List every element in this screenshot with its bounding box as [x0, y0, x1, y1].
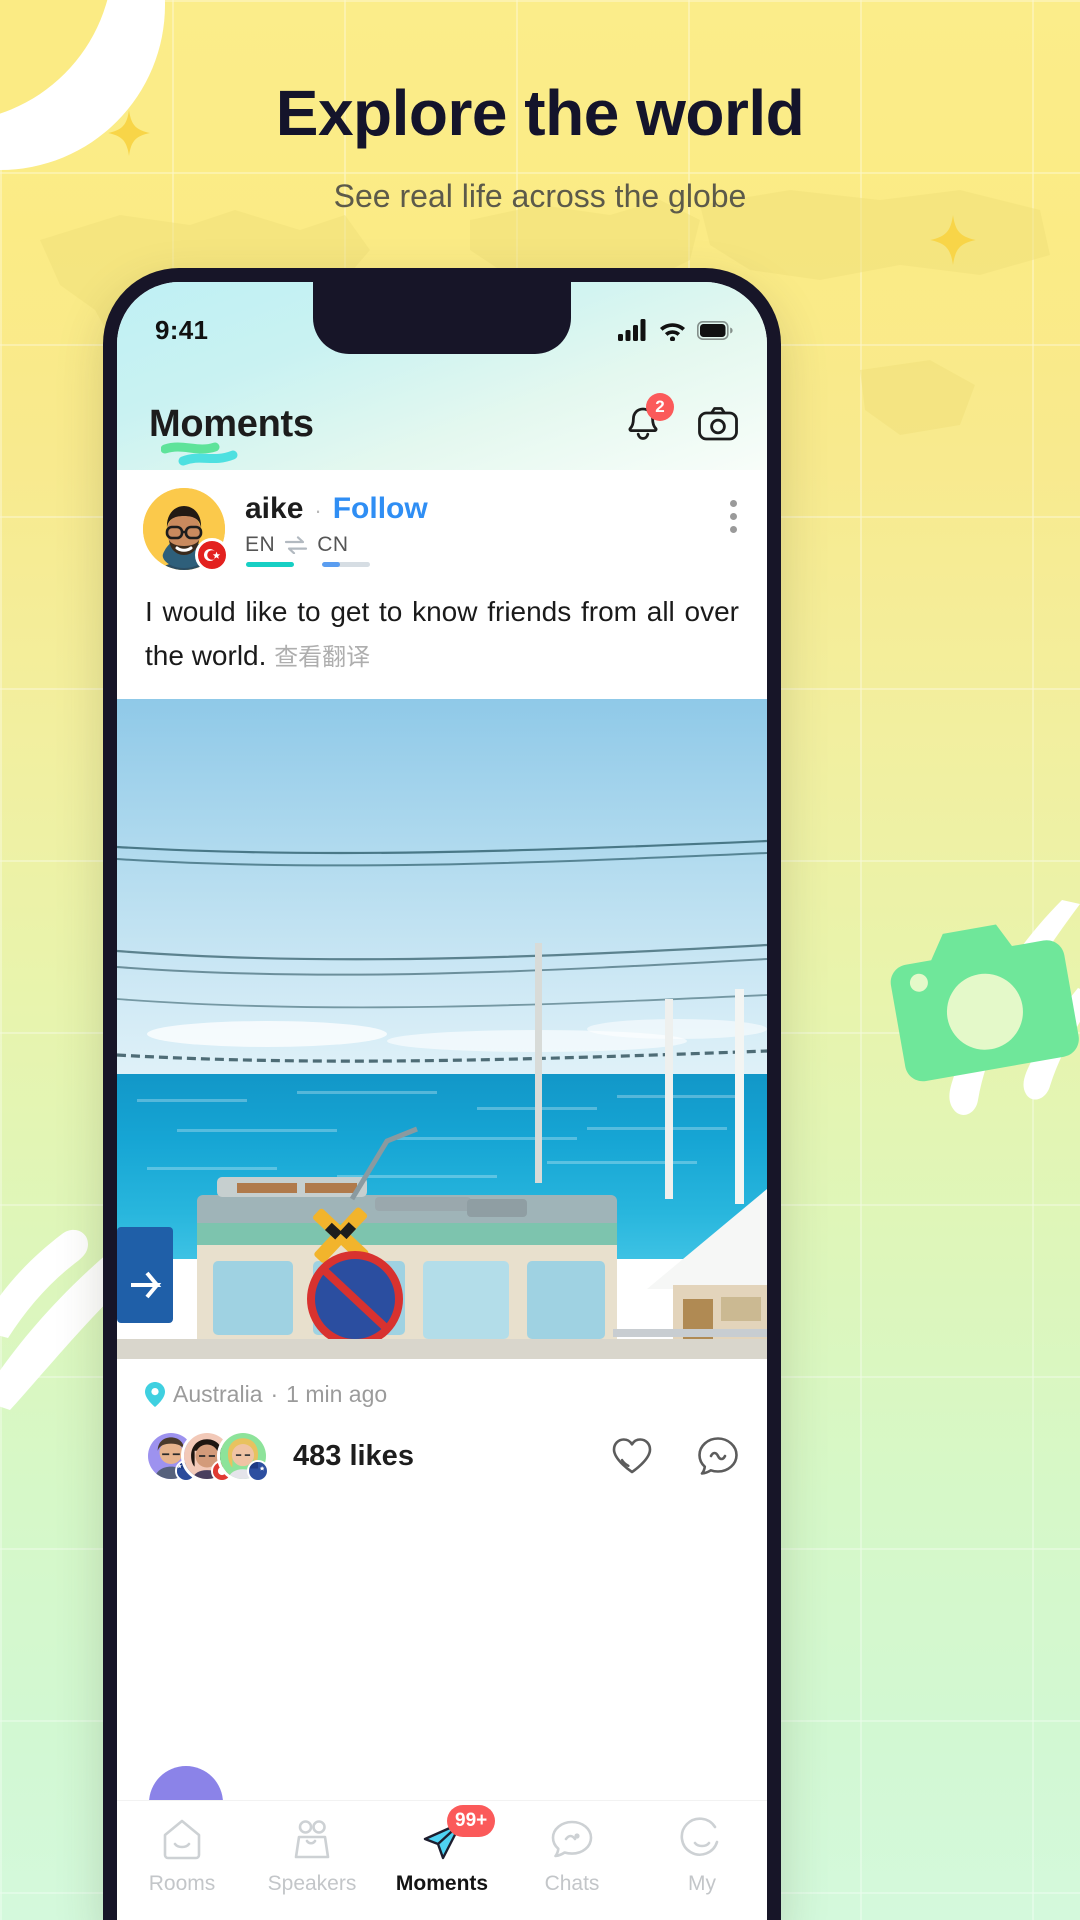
follow-button[interactable]: Follow	[333, 492, 428, 526]
heart-icon[interactable]	[611, 1436, 653, 1476]
post-footer: Australia · 1 min ago 483 likes	[117, 1359, 767, 1489]
cellular-signal-icon	[618, 319, 648, 341]
post-body-text: I would like to get to know friends from…	[145, 596, 739, 671]
view-translation-link[interactable]: 查看翻译	[274, 644, 370, 671]
post-location: Australia	[173, 1381, 263, 1408]
tab-label: Chats	[544, 1872, 600, 1895]
tab-speakers[interactable]: Speakers	[247, 1817, 377, 1896]
avatar[interactable]	[143, 488, 229, 572]
paper-plane-icon: 99+	[419, 1805, 496, 1863]
separator-dot: ·	[314, 498, 322, 523]
phone-notch	[313, 282, 571, 354]
menu-dot	[730, 513, 737, 520]
tab-moments[interactable]: 99+ Moments	[377, 1805, 507, 1896]
post-photo[interactable]	[117, 699, 767, 1360]
language-progress-bars	[246, 562, 716, 567]
menu-dot	[730, 526, 737, 533]
promo-page: Explore the world See real life across t…	[0, 0, 1080, 1920]
sparkle-icon	[930, 215, 976, 265]
tab-badge: 99+	[447, 1805, 496, 1837]
app-header: Moments 2	[117, 378, 767, 470]
post-author-meta: aike · Follow EN CN	[245, 488, 716, 567]
tab-label: My	[688, 1872, 716, 1895]
post-actions	[611, 1435, 739, 1477]
status-icons	[618, 319, 733, 341]
status-time: 9:41	[155, 314, 209, 345]
post-body: I would like to get to know friends from…	[117, 580, 767, 699]
title-underline-squiggle	[161, 441, 253, 467]
like-count: 483 likes	[293, 1439, 414, 1472]
tab-label: Speakers	[267, 1872, 357, 1895]
liker-avatar	[217, 1430, 269, 1483]
header-actions: 2	[623, 393, 738, 444]
post-timestamp: 1 min ago	[286, 1381, 388, 1408]
next-post-peek	[117, 1754, 767, 1840]
post-location-row: Australia · 1 min ago	[145, 1381, 739, 1408]
rooms-icon	[159, 1817, 205, 1863]
swap-arrows-icon	[284, 536, 308, 554]
moment-post: aike · Follow EN CN I would like to get …	[117, 470, 767, 1489]
post-header: aike · Follow EN CN	[117, 470, 767, 580]
speakers-icon	[289, 1817, 335, 1863]
wifi-icon	[659, 320, 686, 341]
location-pin-icon	[145, 1382, 165, 1408]
app-title-label: Moments	[149, 402, 314, 445]
tab-label: Rooms	[148, 1872, 216, 1895]
language-pair[interactable]: EN CN	[245, 533, 716, 557]
menu-dot	[730, 500, 737, 507]
tab-chats[interactable]: Chats	[507, 1817, 637, 1896]
page-headline: Explore the world	[275, 77, 805, 149]
chat-bubble-icon	[549, 1817, 595, 1863]
language-from-label: EN	[245, 533, 276, 556]
language-to-label: CN	[317, 533, 349, 556]
tab-label: Moments	[395, 1872, 489, 1895]
location-time-separator: ·	[270, 1381, 279, 1408]
camera-decoration-icon	[879, 896, 1080, 1095]
language-bar-en	[246, 562, 294, 567]
more-options-icon[interactable]	[716, 488, 741, 533]
bell-icon[interactable]: 2	[623, 393, 674, 444]
phone-screen: 9:41 Moments 2 aike · Follow EN CN I wou…	[117, 282, 767, 1920]
author-row: aike · Follow	[245, 492, 716, 526]
tab-my[interactable]: My	[637, 1817, 767, 1896]
page-subheadline: See real life across the globe	[333, 178, 747, 214]
comment-icon[interactable]	[697, 1435, 739, 1477]
author-name[interactable]: aike	[245, 492, 303, 526]
profile-icon	[679, 1817, 725, 1863]
notification-badge: 2	[646, 393, 674, 421]
phone-mockup: 9:41 Moments 2 aike · Follow EN CN I wou…	[103, 268, 781, 1920]
tab-rooms[interactable]: Rooms	[117, 1817, 247, 1896]
liker-avatars[interactable]	[145, 1430, 269, 1483]
page-title: Moments	[149, 402, 314, 465]
post-like-row: 483 likes	[145, 1430, 739, 1483]
camera-icon[interactable]	[697, 404, 738, 444]
bottom-tab-bar: Rooms Speakers 99+ Moments Chats My	[117, 1800, 767, 1920]
liker-flag-icon	[247, 1460, 269, 1483]
turkey-flag-icon	[195, 538, 229, 572]
battery-full-icon	[697, 320, 733, 340]
language-bar-cn	[322, 562, 370, 567]
